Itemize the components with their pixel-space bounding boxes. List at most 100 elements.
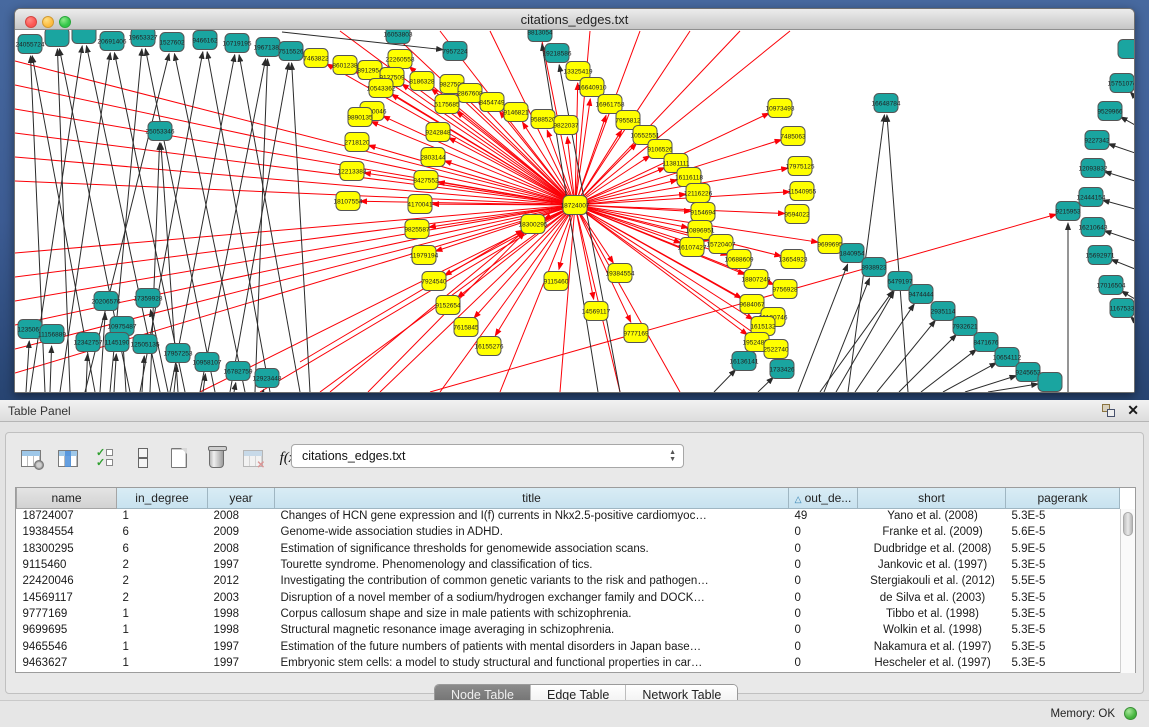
window-titlebar[interactable]: citations_edges.txt bbox=[15, 9, 1134, 30]
table-settings-icon bbox=[21, 450, 41, 467]
network-canvas[interactable]: 1872400718300295746382286012388912954222… bbox=[15, 30, 1134, 392]
black-edge[interactable] bbox=[1103, 200, 1134, 209]
red-edge[interactable] bbox=[15, 181, 575, 205]
table-row[interactable]: 911546021997Tourette syndrome. Phenomeno… bbox=[17, 557, 1120, 573]
graph-node-label: 10552551 bbox=[631, 133, 660, 140]
red-edge[interactable] bbox=[575, 205, 785, 214]
network-table-select[interactable]: citations_edges.txt ▲▼ bbox=[291, 444, 684, 468]
table-cell: Genome-wide association studies in ADHD. bbox=[275, 524, 789, 540]
table-settings-button[interactable] bbox=[18, 445, 44, 471]
black-edge[interactable] bbox=[100, 313, 105, 392]
black-edge[interactable] bbox=[758, 377, 773, 392]
graph-node-label: 7615845 bbox=[453, 325, 479, 332]
graph-node-teal[interactable] bbox=[45, 30, 69, 47]
table-cell: Jankovic et al. (1997) bbox=[858, 557, 1006, 573]
table-cell: 0 bbox=[789, 557, 858, 573]
black-edge[interactable] bbox=[965, 376, 1017, 392]
table-cell: 5.3E-5 bbox=[1006, 589, 1120, 605]
scrollbar-thumb[interactable] bbox=[1123, 512, 1133, 536]
black-edge[interactable] bbox=[282, 32, 443, 50]
black-edge[interactable] bbox=[1120, 117, 1134, 125]
network-view-window[interactable]: citations_edges.txt 18724007183002957463… bbox=[14, 8, 1135, 393]
close-panel-icon[interactable]: ✕ bbox=[1127, 402, 1139, 418]
table-row[interactable]: 2242004622012Investigating the contribut… bbox=[17, 573, 1120, 589]
table-row[interactable]: 1872400712008Changes of HCN gene express… bbox=[17, 508, 1120, 524]
graph-node-label: 16782759 bbox=[224, 369, 253, 376]
black-edge[interactable] bbox=[1104, 172, 1134, 181]
graph-node-teal[interactable] bbox=[72, 30, 96, 44]
table-cell: 0 bbox=[789, 589, 858, 605]
black-edge[interactable] bbox=[877, 320, 935, 392]
column-header-title[interactable]: title bbox=[275, 488, 789, 508]
black-edge[interactable] bbox=[263, 390, 264, 392]
black-edge[interactable] bbox=[1108, 144, 1134, 153]
table-scrollbar[interactable] bbox=[1120, 509, 1135, 673]
graph-node-label: 9822037 bbox=[553, 123, 579, 130]
graph-node-label: 7955812 bbox=[615, 118, 641, 125]
float-panel-icon[interactable] bbox=[1102, 404, 1115, 417]
red-edge[interactable] bbox=[15, 133, 575, 205]
table-row[interactable]: 946362711997Embryonic stem cells: a mode… bbox=[17, 655, 1120, 671]
black-edge[interactable] bbox=[824, 278, 870, 392]
column-header-year[interactable]: year bbox=[208, 488, 275, 508]
table-row[interactable]: 969969511998Structural magnetic resonanc… bbox=[17, 622, 1120, 638]
column-header-name[interactable]: name bbox=[17, 488, 117, 508]
new-column-button[interactable] bbox=[166, 445, 192, 471]
black-edge[interactable] bbox=[855, 304, 914, 392]
column-header-in-degree[interactable]: in_degree bbox=[117, 488, 208, 508]
black-edge[interactable] bbox=[142, 356, 144, 392]
delete-table-button[interactable]: ✕ bbox=[240, 445, 266, 471]
memory-ok-led-icon bbox=[1124, 707, 1137, 720]
black-edge[interactable] bbox=[887, 115, 908, 392]
black-edge[interactable] bbox=[234, 383, 236, 392]
select-all-icon bbox=[96, 448, 114, 468]
black-edge[interactable] bbox=[150, 143, 160, 392]
red-edge[interactable] bbox=[15, 205, 575, 349]
select-all-button[interactable] bbox=[92, 445, 118, 471]
black-edge[interactable] bbox=[50, 346, 52, 392]
delete-column-button[interactable] bbox=[203, 445, 229, 471]
table-row[interactable]: 977716911998Corpus callosum shape and si… bbox=[17, 606, 1120, 622]
table-cell: 2003 bbox=[208, 589, 275, 605]
red-edge[interactable] bbox=[15, 61, 575, 205]
select-stepper-icon: ▲▼ bbox=[669, 449, 676, 463]
black-edge[interactable] bbox=[114, 354, 116, 392]
black-edge[interactable] bbox=[921, 349, 976, 392]
graph-node-label: 9594022 bbox=[784, 212, 810, 219]
graph-node-label: 7924540 bbox=[421, 279, 447, 286]
table-cell: 5.3E-5 bbox=[1006, 638, 1120, 654]
black-edge[interactable] bbox=[1121, 291, 1134, 299]
black-edge[interactable] bbox=[714, 370, 736, 392]
black-edge[interactable] bbox=[1104, 231, 1134, 241]
red-edge[interactable] bbox=[575, 205, 766, 342]
table-cell: Corpus callosum shape and size in male p… bbox=[275, 606, 789, 622]
table-row[interactable]: 1830029562008Estimation of significance … bbox=[17, 541, 1120, 557]
red-edge[interactable] bbox=[575, 205, 620, 392]
table-row[interactable]: 1456911722003Disruption of a novel membe… bbox=[17, 589, 1120, 605]
column-header-out-degree[interactable]: △out_de... bbox=[789, 488, 858, 508]
graph-node-teal[interactable] bbox=[1118, 40, 1134, 59]
graph-node-label: 18300295 bbox=[519, 222, 548, 229]
table-cell: 1998 bbox=[208, 606, 275, 622]
table-row[interactable]: 1938455462009Genome-wide association stu… bbox=[17, 524, 1120, 540]
graph-node-label: 17359928 bbox=[134, 296, 163, 303]
black-edge[interactable] bbox=[798, 264, 848, 392]
black-edge[interactable] bbox=[1111, 259, 1134, 269]
black-edge[interactable] bbox=[239, 55, 300, 392]
table-row[interactable]: 946554611997Estimation of the future num… bbox=[17, 638, 1120, 654]
node-table: name in_degree year title △out_de... sho… bbox=[15, 487, 1136, 673]
black-edge[interactable] bbox=[26, 341, 29, 392]
red-edge[interactable] bbox=[15, 205, 575, 301]
black-edge[interactable] bbox=[943, 363, 996, 392]
black-edge[interactable] bbox=[170, 55, 235, 392]
table-cell: Tourette syndrome. Phenomenology and cla… bbox=[275, 557, 789, 573]
column-header-short[interactable]: short bbox=[858, 488, 1006, 508]
graph-node-teal[interactable] bbox=[1038, 373, 1062, 392]
column-select-button[interactable] bbox=[55, 445, 81, 471]
black-edge[interactable] bbox=[230, 63, 289, 392]
red-edge[interactable] bbox=[15, 205, 575, 253]
red-edge[interactable] bbox=[575, 192, 790, 205]
black-edge[interactable] bbox=[988, 384, 1038, 392]
unselect-all-button[interactable] bbox=[129, 445, 155, 471]
column-header-pagerank[interactable]: pagerank bbox=[1006, 488, 1120, 508]
